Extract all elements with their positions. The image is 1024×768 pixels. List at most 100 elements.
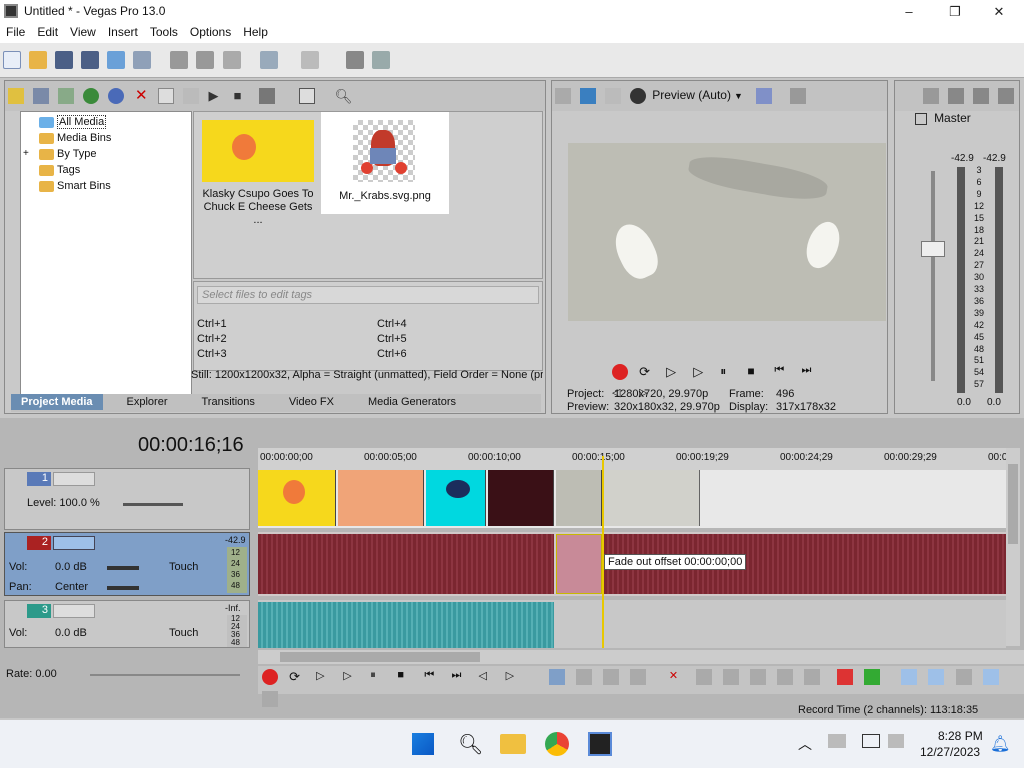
minimize-button[interactable]: – bbox=[886, 0, 932, 23]
record-icon[interactable] bbox=[262, 669, 278, 685]
zoom-tool-icon[interactable] bbox=[629, 669, 646, 685]
play-from-start-icon[interactable]: ▷ bbox=[316, 669, 332, 685]
video-clip[interactable] bbox=[426, 470, 486, 526]
maximize-button[interactable]: ❐ bbox=[932, 0, 978, 23]
next-icon[interactable]: ⏭ bbox=[801, 364, 817, 380]
shortcut[interactable]: Ctrl+6 bbox=[377, 348, 407, 360]
render-icon[interactable] bbox=[107, 51, 126, 69]
tab-video-fx[interactable]: Video FX bbox=[279, 394, 344, 410]
copy-icon[interactable] bbox=[196, 51, 215, 69]
monitor-icon[interactable] bbox=[862, 734, 880, 748]
video-clip[interactable] bbox=[338, 470, 424, 526]
open-icon[interactable] bbox=[29, 51, 48, 69]
menu-edit[interactable]: Edit bbox=[31, 23, 64, 41]
search-media-icon[interactable] bbox=[108, 88, 125, 104]
auto-crossfade-icon[interactable] bbox=[928, 669, 945, 685]
media-thumb-selected[interactable]: Mr._Krabs.svg.png bbox=[321, 112, 449, 214]
video-clip-ghost[interactable] bbox=[604, 470, 700, 526]
clock-time[interactable]: 8:28 PM bbox=[938, 729, 983, 743]
loop-icon[interactable]: ⟳ bbox=[289, 669, 305, 685]
start-icon[interactable] bbox=[412, 733, 434, 755]
mixer-icon[interactable] bbox=[998, 88, 1015, 104]
fx-bypass-icon[interactable] bbox=[605, 88, 622, 104]
lock-envelopes-icon[interactable] bbox=[982, 669, 999, 685]
lock-icon[interactable] bbox=[804, 669, 821, 685]
play-from-start-icon[interactable]: ▷ bbox=[666, 364, 682, 380]
tab-explorer[interactable]: Explorer bbox=[117, 394, 178, 410]
marker-icon[interactable] bbox=[837, 669, 854, 685]
paste-icon[interactable] bbox=[222, 51, 241, 69]
new-icon[interactable] bbox=[3, 51, 21, 69]
ignore-grouping-icon[interactable] bbox=[262, 691, 278, 707]
next-frame-icon[interactable]: ▷ bbox=[506, 669, 522, 685]
shortcut[interactable]: Ctrl+5 bbox=[377, 333, 407, 345]
stop-icon[interactable]: ■ bbox=[747, 364, 763, 380]
tab-media-generators[interactable]: Media Generators bbox=[358, 394, 466, 410]
go-end-icon[interactable]: ⏭ bbox=[451, 669, 467, 685]
menu-help[interactable]: Help bbox=[237, 23, 274, 41]
overlays-icon[interactable] bbox=[756, 88, 772, 104]
preview-mode-dropdown[interactable]: Preview (Auto) bbox=[652, 88, 731, 102]
redo-icon[interactable] bbox=[300, 51, 319, 69]
preview-quality-icon[interactable] bbox=[630, 88, 647, 104]
fx-icon[interactable] bbox=[183, 88, 200, 104]
menu-file[interactable]: File bbox=[0, 23, 31, 41]
pause-icon[interactable]: ⏸ bbox=[720, 364, 736, 380]
tree-item-smart-bins[interactable]: Smart Bins bbox=[37, 178, 191, 194]
pan-slider[interactable] bbox=[107, 586, 139, 590]
hscroll-thumb[interactable] bbox=[280, 652, 480, 662]
timeline-ruler[interactable]: 00:00:00;00 00:00:05;00 00:00:10;00 00:0… bbox=[258, 448, 1007, 470]
import-icon[interactable] bbox=[8, 88, 24, 104]
shortcut[interactable]: Ctrl+4 bbox=[377, 318, 407, 330]
play-icon[interactable]: ▷ bbox=[693, 364, 709, 380]
trim-icon[interactable] bbox=[695, 669, 712, 685]
trim-end-icon[interactable] bbox=[750, 669, 767, 685]
audio-clip-selected[interactable] bbox=[556, 534, 602, 594]
tab-project-media[interactable]: Project Media bbox=[11, 394, 103, 410]
remove-icon[interactable]: ✕ bbox=[133, 88, 149, 104]
playhead-cursor[interactable] bbox=[602, 456, 604, 648]
snapping-icon[interactable] bbox=[901, 669, 918, 685]
pause-icon[interactable]: ⏸ bbox=[370, 669, 386, 685]
shortcut[interactable]: Ctrl+3 bbox=[197, 348, 227, 360]
prev-frame-icon[interactable]: ◁ bbox=[479, 669, 495, 685]
video-track-1[interactable] bbox=[258, 470, 1006, 528]
properties-icon[interactable] bbox=[133, 51, 152, 69]
auto-ripple-icon[interactable] bbox=[955, 669, 972, 685]
menu-options[interactable]: Options bbox=[184, 23, 237, 41]
track-header-3[interactable]: 3 Vol: 0.0 dB Touch -Inf. 12 24 36 48 bbox=[4, 600, 250, 648]
dim-icon[interactable] bbox=[973, 88, 990, 104]
chevron-up-icon[interactable]: ︿ bbox=[798, 734, 812, 754]
normal-edit-tool-icon[interactable] bbox=[548, 669, 565, 685]
tree-item-tags[interactable]: Tags bbox=[37, 162, 191, 178]
render-as-icon[interactable] bbox=[345, 51, 364, 69]
envelope-tool-icon[interactable] bbox=[575, 669, 592, 685]
stop-icon[interactable]: ■ bbox=[397, 669, 413, 685]
timecode[interactable]: 00:00:16;16 bbox=[138, 434, 244, 457]
expand-icon[interactable]: + bbox=[23, 146, 32, 162]
video-clip[interactable] bbox=[488, 470, 554, 526]
copy-snapshot-icon[interactable] bbox=[790, 88, 807, 104]
track-header-2[interactable]: 2 Vol: 0.0 dB Touch Pan: Center -42.9 12… bbox=[4, 532, 250, 596]
views-icon[interactable] bbox=[298, 88, 315, 104]
prev-icon[interactable]: ⏮ bbox=[774, 364, 790, 380]
delete-icon[interactable]: ✕ bbox=[669, 669, 685, 685]
play-icon[interactable]: ▶ bbox=[209, 88, 225, 104]
trim-start-icon[interactable] bbox=[723, 669, 739, 685]
master-fader-track[interactable] bbox=[931, 171, 935, 381]
track-header-1[interactable]: 1 Level: 100.0 % bbox=[4, 468, 250, 530]
audio-track-3[interactable] bbox=[258, 600, 1006, 648]
clock-date[interactable]: 12/27/2023 bbox=[920, 745, 980, 759]
timeline-hscrollbar[interactable] bbox=[258, 650, 1024, 664]
selection-tool-icon[interactable] bbox=[602, 669, 619, 685]
timeline-vscrollbar[interactable] bbox=[1006, 448, 1020, 646]
tree-item-media-bins[interactable]: Media Bins bbox=[37, 130, 191, 146]
shortcut[interactable]: Ctrl+1 bbox=[197, 318, 227, 330]
menu-view[interactable]: View bbox=[64, 23, 102, 41]
stop-icon[interactable]: ■ bbox=[234, 88, 250, 104]
tree-item-all-media[interactable]: All Media bbox=[37, 114, 191, 130]
loop-icon[interactable]: ⟳ bbox=[639, 364, 655, 380]
vscroll-thumb[interactable] bbox=[1008, 464, 1018, 544]
capture-icon[interactable] bbox=[33, 88, 50, 104]
chrome-icon[interactable] bbox=[545, 732, 569, 756]
